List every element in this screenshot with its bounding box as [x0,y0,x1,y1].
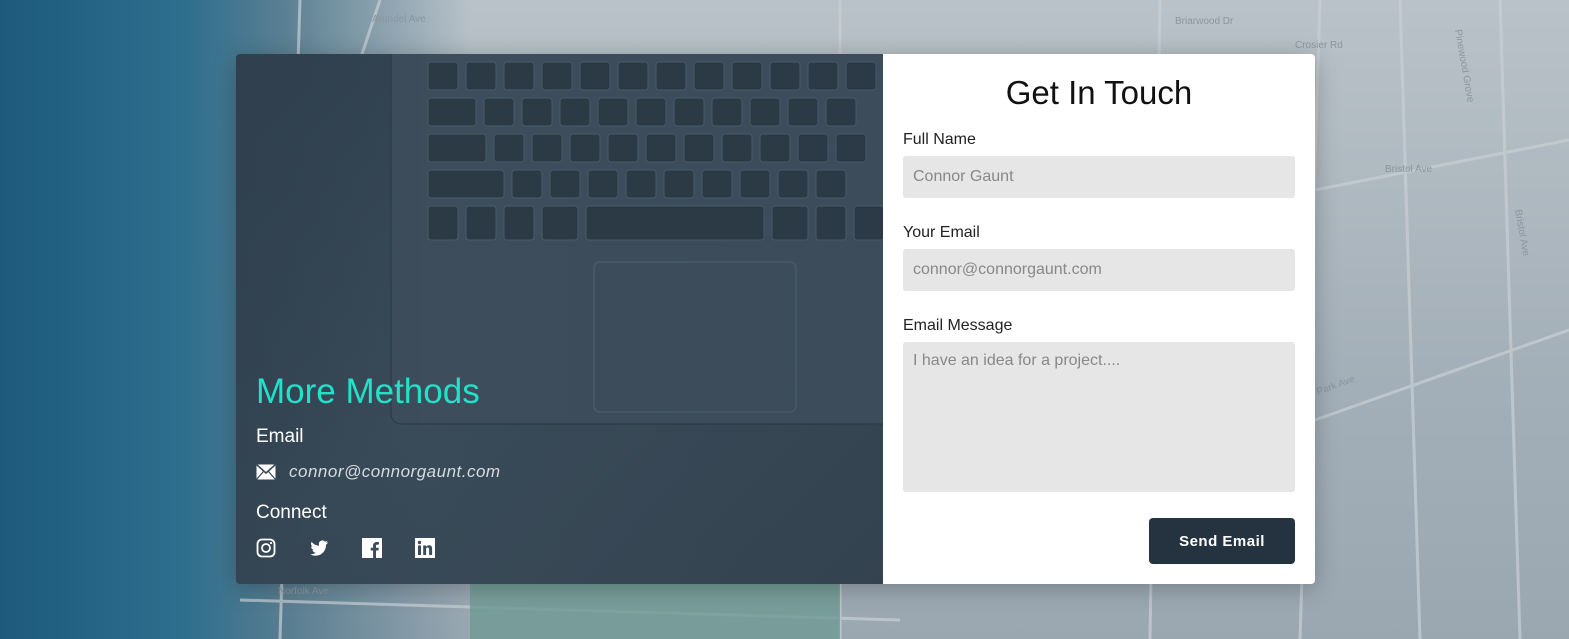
street-label: Bristol Ave [1385,164,1432,175]
street-label: Briarwood Dr [1175,16,1234,27]
envelope-icon [256,464,276,480]
message-textarea[interactable] [903,342,1295,492]
contact-form-panel: Get In Touch Full Name Your Email Email … [883,54,1315,584]
email-heading: Email [256,426,304,447]
street-label: Arundel Ave [372,14,426,25]
send-email-button[interactable]: Send Email [1149,518,1295,564]
more-methods-panel: More Methods Email connor@connorgaunt.co… [236,54,883,584]
methods-section: More Methods Email connor@connorgaunt.co… [256,372,501,558]
street-label: Pinewood Grove [1452,29,1476,104]
message-label: Email Message [903,317,1013,334]
contact-card: More Methods Email connor@connorgaunt.co… [236,54,1315,584]
email-label: Your Email [903,224,980,241]
social-links [256,538,501,558]
connect-heading: Connect [256,502,327,523]
full-name-input[interactable] [903,156,1295,198]
full-name-label: Full Name [903,131,976,148]
facebook-icon[interactable] [362,538,382,558]
linkedin-icon[interactable] [415,538,435,558]
more-methods-heading: More Methods [256,372,480,411]
email-input[interactable] [903,249,1295,291]
twitter-icon[interactable] [309,538,329,558]
form-title: Get In Touch [1005,74,1193,111]
instagram-icon[interactable] [256,538,276,558]
street-label: Crosier Rd [1295,40,1343,51]
email-contact-link[interactable]: connor@connorgaunt.com [256,462,501,482]
street-label: Park Ave [1315,374,1357,398]
street-label: Norfolk Ave [278,586,329,597]
street-label: Bristol Ave [1512,209,1531,258]
email-address: connor@connorgaunt.com [289,462,501,481]
